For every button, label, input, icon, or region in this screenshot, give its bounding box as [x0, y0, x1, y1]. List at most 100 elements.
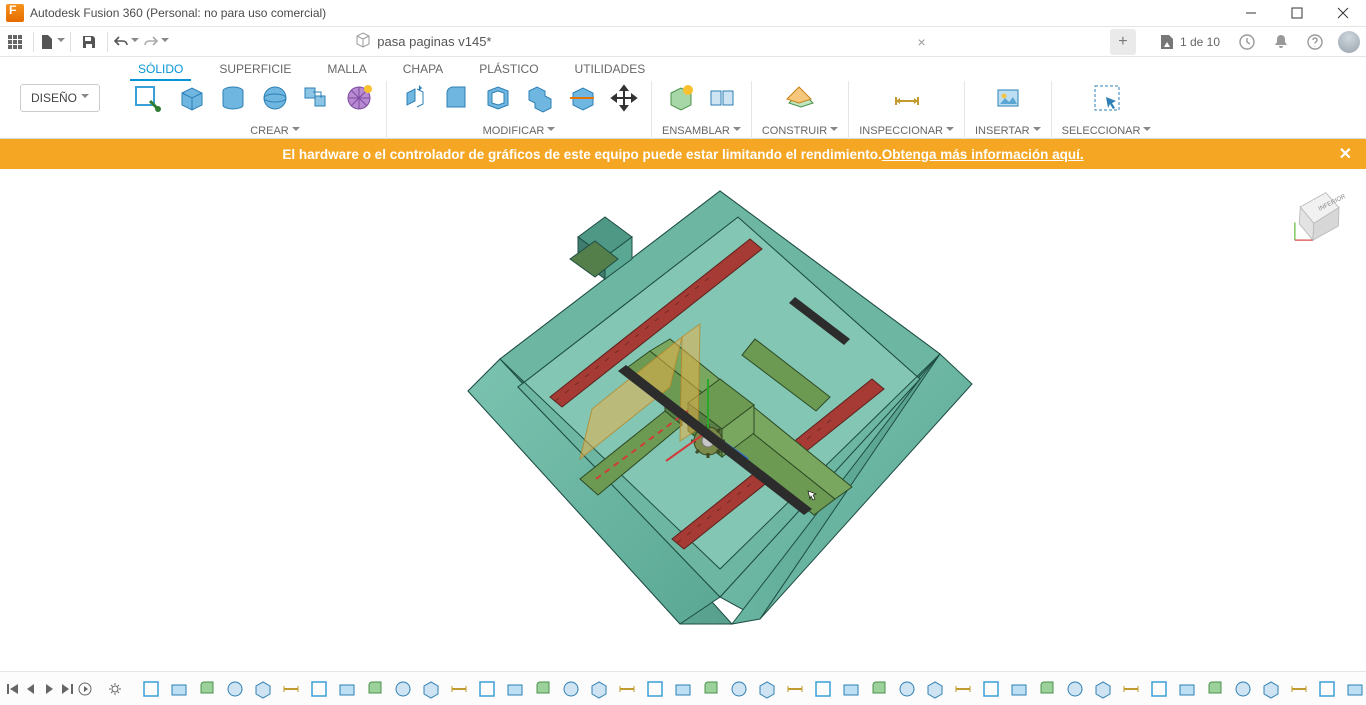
select-tool[interactable]: [1090, 81, 1124, 115]
timeline-feature[interactable]: [502, 677, 528, 701]
timeline-prev-button[interactable]: [24, 678, 38, 700]
save-button[interactable]: [74, 27, 104, 57]
timeline-feature[interactable]: [306, 677, 332, 701]
new-tab-button[interactable]: +: [1110, 29, 1136, 55]
banner-text: El hardware o el controlador de gráficos…: [282, 147, 881, 162]
file-menu-button[interactable]: [37, 27, 67, 57]
document-tab[interactable]: pasa paginas v145* ×: [341, 27, 939, 57]
tab-plastico[interactable]: PLÁSTICO: [471, 59, 546, 81]
job-status[interactable]: 1 de 10: [1150, 33, 1228, 51]
timeline-play-button[interactable]: [78, 678, 92, 700]
help-icon[interactable]: [1300, 27, 1330, 57]
tab-utilidades[interactable]: UTILIDADES: [567, 59, 654, 81]
timeline-feature[interactable]: [1342, 677, 1366, 701]
window-maximize-button[interactable]: [1274, 0, 1320, 27]
timeline-feature[interactable]: [250, 677, 276, 701]
timeline-feature[interactable]: [474, 677, 500, 701]
fillet-tool[interactable]: [439, 81, 473, 115]
press-pull-tool[interactable]: [397, 81, 431, 115]
tab-solido[interactable]: SÓLIDO: [130, 59, 191, 81]
group-construir: CONSTRUIR: [752, 81, 849, 139]
notifications-icon[interactable]: [1266, 27, 1296, 57]
clock-icon[interactable]: [1232, 27, 1262, 57]
workspace-label: DISEÑO: [31, 91, 77, 105]
timeline-feature[interactable]: [138, 677, 164, 701]
derive-tool[interactable]: [300, 81, 334, 115]
timeline-feature[interactable]: [390, 677, 416, 701]
timeline-feature[interactable]: [642, 677, 668, 701]
timeline-feature[interactable]: [810, 677, 836, 701]
timeline-feature[interactable]: [726, 677, 752, 701]
data-panel-button[interactable]: [0, 27, 30, 57]
viewport-canvas[interactable]: INFERIOR: [0, 169, 1366, 671]
timeline-feature[interactable]: [698, 677, 724, 701]
timeline-feature[interactable]: [1090, 677, 1116, 701]
timeline-feature[interactable]: [1258, 677, 1284, 701]
tab-superficie[interactable]: SUPERFICIE: [211, 59, 299, 81]
timeline-feature[interactable]: [530, 677, 556, 701]
viewcube[interactable]: INFERIOR: [1286, 187, 1348, 249]
timeline-feature[interactable]: [1314, 677, 1340, 701]
user-avatar[interactable]: [1338, 31, 1360, 53]
timeline-feature[interactable]: [950, 677, 976, 701]
timeline-feature[interactable]: [1006, 677, 1032, 701]
tab-chapa[interactable]: CHAPA: [395, 59, 451, 81]
group-label-crear: CREAR: [250, 125, 289, 137]
timeline-feature[interactable]: [782, 677, 808, 701]
timeline-feature[interactable]: [1230, 677, 1256, 701]
timeline-feature[interactable]: [670, 677, 696, 701]
timeline-feature[interactable]: [922, 677, 948, 701]
box-tool[interactable]: [174, 81, 208, 115]
timeline-feature[interactable]: [614, 677, 640, 701]
timeline-feature[interactable]: [362, 677, 388, 701]
construct-plane-tool[interactable]: [783, 81, 817, 115]
timeline-feature[interactable]: [166, 677, 192, 701]
sphere-tool[interactable]: [258, 81, 292, 115]
combine-tool[interactable]: [523, 81, 557, 115]
group-crear: CREAR: [164, 81, 387, 139]
workspace-picker[interactable]: DISEÑO: [0, 57, 120, 138]
timeline-feature[interactable]: [446, 677, 472, 701]
move-tool[interactable]: [607, 81, 641, 115]
shell-tool[interactable]: [481, 81, 515, 115]
split-body-tool[interactable]: [565, 81, 599, 115]
timeline-feature[interactable]: [334, 677, 360, 701]
timeline-feature[interactable]: [586, 677, 612, 701]
timeline-feature[interactable]: [894, 677, 920, 701]
tab-close-button[interactable]: ×: [917, 34, 925, 50]
new-component-tool[interactable]: [663, 81, 697, 115]
joint-tool[interactable]: [705, 81, 739, 115]
window-minimize-button[interactable]: [1228, 0, 1274, 27]
redo-button[interactable]: [141, 27, 171, 57]
timeline-feature[interactable]: [1202, 677, 1228, 701]
tab-malla[interactable]: MALLA: [319, 59, 374, 81]
timeline-feature[interactable]: [222, 677, 248, 701]
timeline-feature[interactable]: [1146, 677, 1172, 701]
timeline-next-button[interactable]: [42, 678, 56, 700]
timeline-feature[interactable]: [978, 677, 1004, 701]
timeline-start-button[interactable]: [6, 678, 20, 700]
create-sketch-button[interactable]: [130, 81, 164, 115]
timeline-feature[interactable]: [1062, 677, 1088, 701]
undo-button[interactable]: [111, 27, 141, 57]
timeline-feature[interactable]: [418, 677, 444, 701]
banner-close-button[interactable]: ✕: [1339, 144, 1352, 164]
form-tool[interactable]: [342, 81, 376, 115]
measure-tool[interactable]: [890, 81, 924, 115]
insert-tool[interactable]: [991, 81, 1025, 115]
timeline-feature[interactable]: [1286, 677, 1312, 701]
banner-link[interactable]: Obtenga más información aquí.: [882, 147, 1084, 162]
window-close-button[interactable]: [1320, 0, 1366, 27]
timeline-feature[interactable]: [558, 677, 584, 701]
timeline-feature[interactable]: [278, 677, 304, 701]
timeline-feature[interactable]: [866, 677, 892, 701]
timeline-feature[interactable]: [1118, 677, 1144, 701]
timeline-settings-button[interactable]: [108, 678, 122, 700]
timeline-feature[interactable]: [838, 677, 864, 701]
timeline-feature[interactable]: [194, 677, 220, 701]
timeline-feature[interactable]: [1034, 677, 1060, 701]
timeline-feature[interactable]: [1174, 677, 1200, 701]
timeline-end-button[interactable]: [60, 678, 74, 700]
cylinder-tool[interactable]: [216, 81, 250, 115]
timeline-feature[interactable]: [754, 677, 780, 701]
